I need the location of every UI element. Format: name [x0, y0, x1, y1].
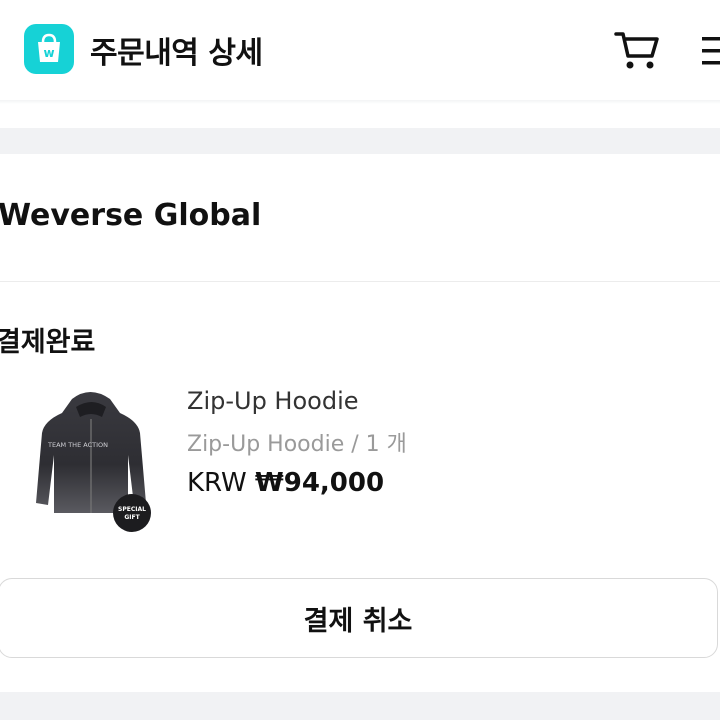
app-header: w 주문내역 상세	[0, 0, 720, 100]
menu-icon[interactable]	[700, 34, 720, 68]
store-name: Weverse Global	[0, 198, 262, 233]
svg-text:SPECIAL: SPECIAL	[118, 506, 146, 513]
price-currency: KRW	[187, 468, 247, 498]
section-separator-bottom	[0, 692, 720, 720]
header-shadow	[0, 100, 720, 104]
weverse-shop-logo-icon[interactable]: w	[24, 24, 74, 74]
page-title: 주문내역 상세	[90, 36, 263, 71]
product-thumbnail[interactable]: TEAM THE ACTION SPECIAL GIFT	[24, 385, 156, 535]
divider	[0, 281, 720, 282]
svg-text:GIFT: GIFT	[124, 514, 140, 521]
product-price: KRW ₩94,000	[187, 468, 384, 498]
order-status: 결제완료	[0, 327, 96, 358]
section-separator	[0, 128, 720, 154]
product-option: Zip-Up Hoodie / 1 개	[187, 432, 407, 457]
product-name[interactable]: Zip-Up Hoodie	[187, 387, 359, 415]
cancel-payment-button[interactable]: 결제 취소	[0, 578, 718, 658]
svg-text:w: w	[43, 46, 54, 60]
cart-icon[interactable]	[612, 28, 662, 72]
hoodie-print-text: TEAM THE ACTION	[47, 441, 108, 449]
price-amount: ₩94,000	[255, 468, 385, 498]
